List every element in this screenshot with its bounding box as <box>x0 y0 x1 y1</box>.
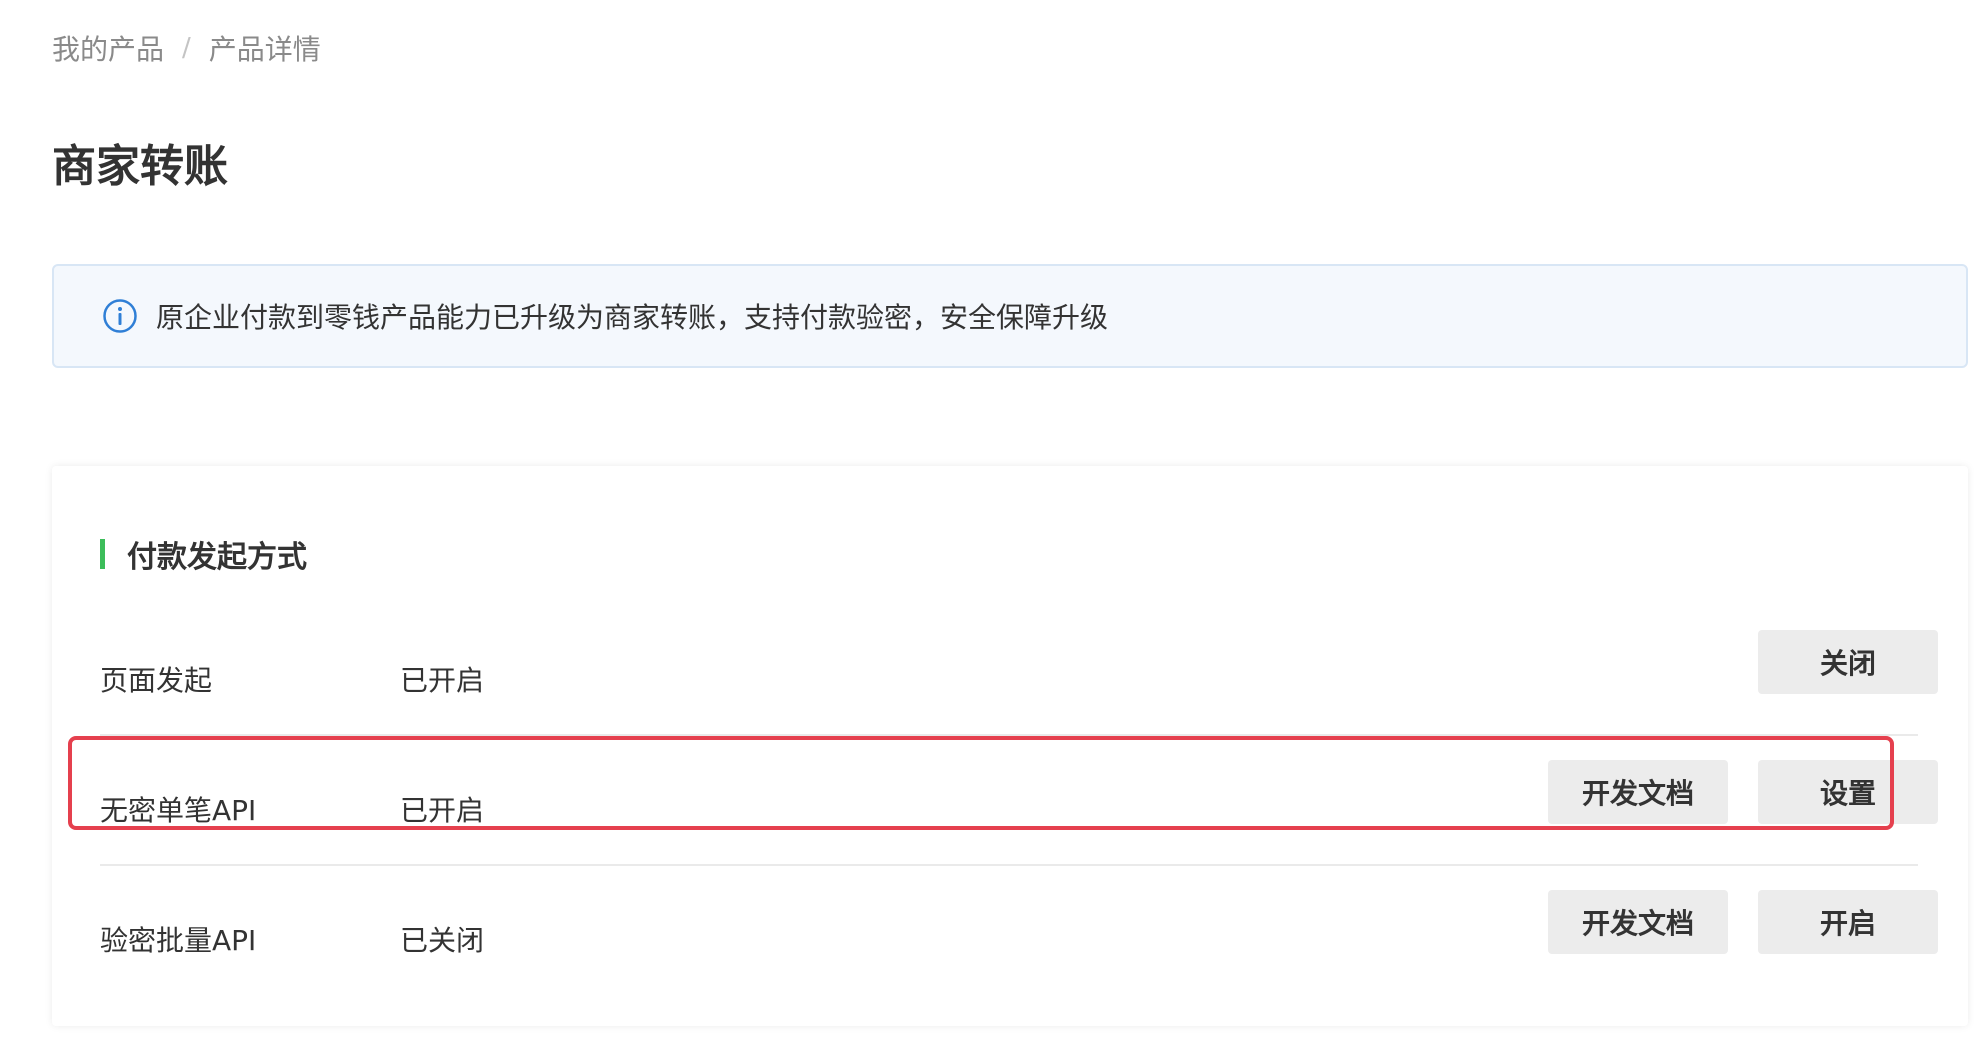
page-title: 商家转账 <box>52 141 228 192</box>
method-row-passwordless-single-api: 无密单笔API 已开启 开发文档 设置 <box>100 736 1938 866</box>
method-status: 已关闭 <box>400 924 485 957</box>
method-name: 页面发起 <box>100 664 213 697</box>
method-row-verified-batch-api: 验密批量API 已关闭 开发文档 开启 <box>100 866 1938 996</box>
breadcrumb-my-products[interactable]: 我的产品 <box>52 28 164 68</box>
method-name: 验密批量API <box>100 924 257 957</box>
settings-button[interactable]: 设置 <box>1758 760 1938 824</box>
method-name: 无密单笔API <box>100 794 257 827</box>
dev-docs-button[interactable]: 开发文档 <box>1548 890 1728 954</box>
section-title: 付款发起方式 <box>127 540 307 575</box>
section-accent-bar <box>100 539 105 569</box>
breadcrumb-product-detail: 产品详情 <box>208 33 321 66</box>
upgrade-notice: 原企业付款到零钱产品能力已升级为商家转账，支持付款验密，安全保障升级 <box>52 264 1968 368</box>
enable-button[interactable]: 开启 <box>1758 890 1938 954</box>
notice-text: 原企业付款到零钱产品能力已升级为商家转账，支持付款验密，安全保障升级 <box>156 301 1109 334</box>
product-detail-page: 我的产品 / 产品详情 商家转账 原企业付款到零钱产品能力已升级为商家转账，支持… <box>0 0 1974 1046</box>
method-status: 已开启 <box>400 794 485 827</box>
breadcrumb: 我的产品 / 产品详情 <box>52 28 321 68</box>
section-header: 付款发起方式 <box>100 532 307 576</box>
close-button[interactable]: 关闭 <box>1758 630 1938 694</box>
dev-docs-button[interactable]: 开发文档 <box>1548 760 1728 824</box>
breadcrumb-separator: / <box>182 33 191 63</box>
method-status: 已开启 <box>400 664 485 697</box>
payment-methods-card: 付款发起方式 页面发起 已开启 关闭 无密单笔API 已开启 开发文档 设置 验… <box>52 466 1968 1026</box>
info-icon <box>103 299 137 333</box>
method-row-page-initiated: 页面发起 已开启 关闭 <box>100 606 1938 736</box>
